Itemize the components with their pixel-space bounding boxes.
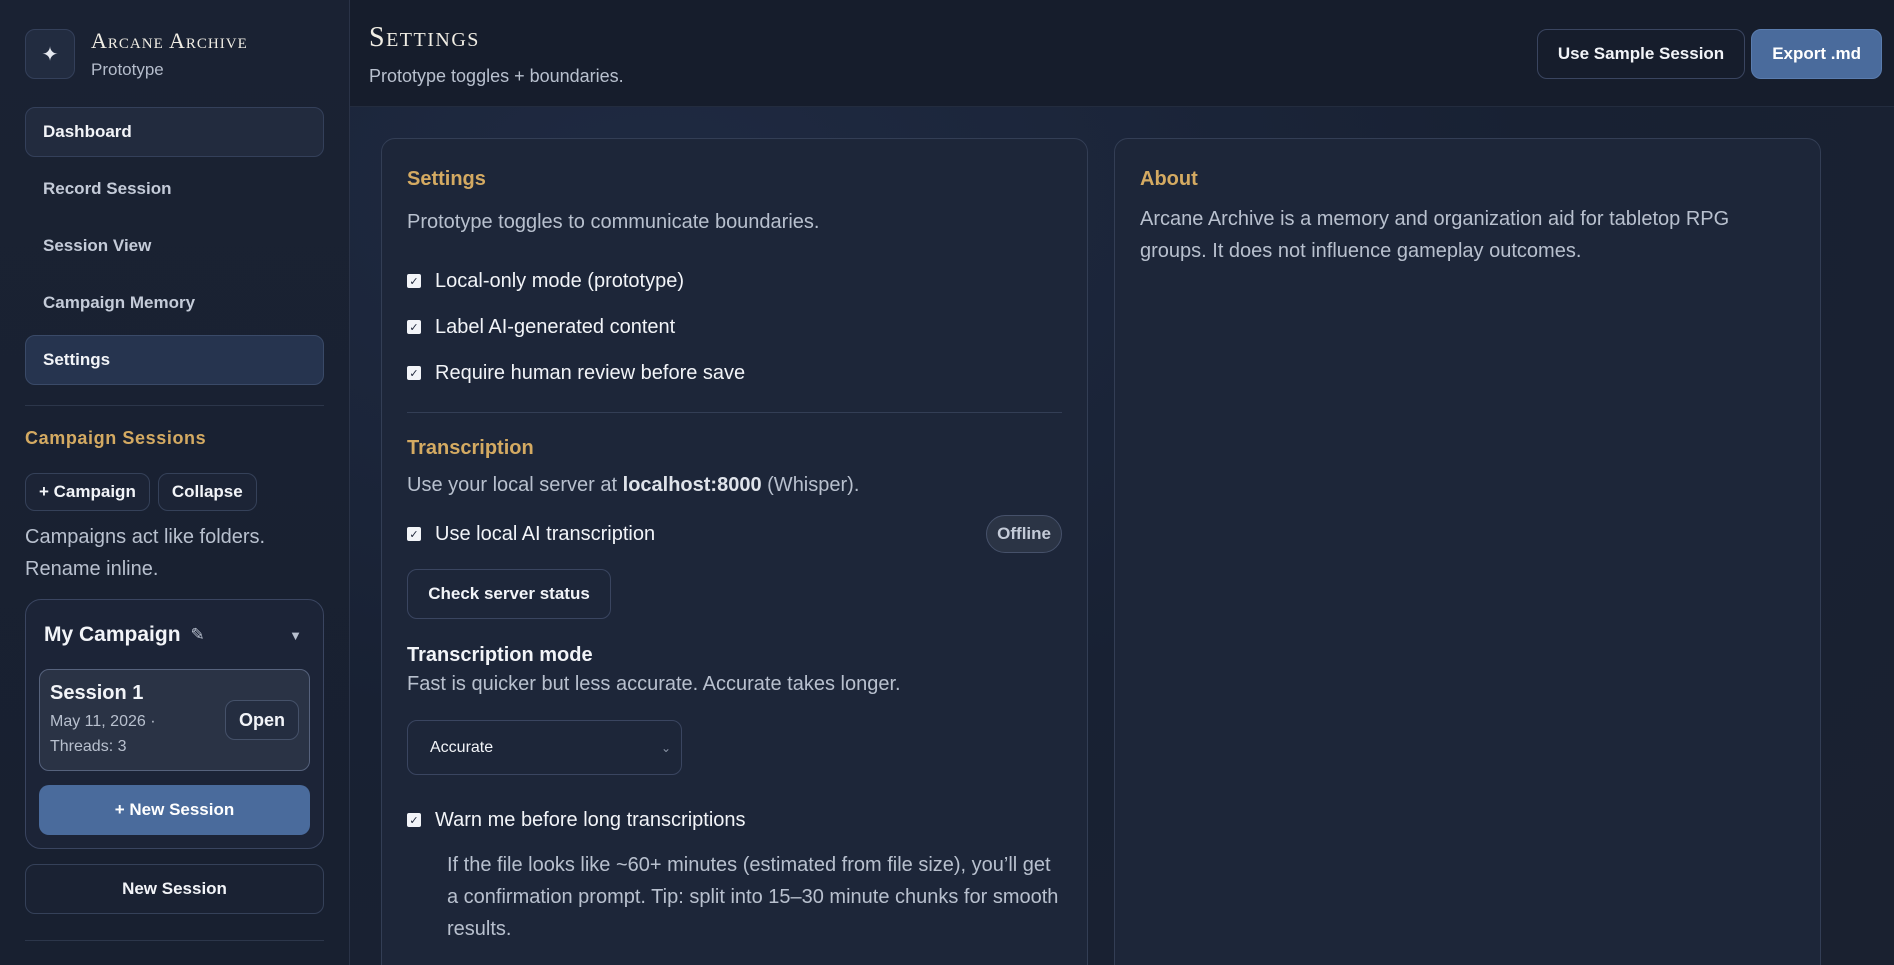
page-title: Settings: [369, 22, 480, 53]
toggle-local-ai-transcription[interactable]: ✓ Use local AI transcription Offline: [407, 511, 1062, 557]
session-title: Session 1: [50, 681, 144, 704]
select-value: Accurate: [430, 738, 494, 756]
sparkle-icon: ✦: [25, 29, 75, 79]
use-sample-session-button[interactable]: Use Sample Session: [1536, 29, 1746, 79]
campaign-actions: + Campaign Collapse: [25, 473, 324, 511]
export-md-button[interactable]: Export .md: [1751, 29, 1882, 79]
server-info: Use your local server at localhost:8000 …: [407, 474, 1062, 497]
toggle-label: Label AI-generated content: [435, 315, 676, 338]
campaign-name[interactable]: My Campaign: [44, 623, 181, 647]
warn-note: If the file looks like ~60+ minutes (est…: [447, 854, 1059, 940]
toggle-label: Require human review before save: [435, 361, 746, 384]
sidebar-item-dashboard[interactable]: Dashboard: [25, 107, 324, 157]
about-text: Arcane Archive is a memory and organizat…: [1140, 208, 1730, 262]
about-title: About: [1140, 168, 1198, 190]
campaign-note: Campaigns act like folders. Rename inlin…: [25, 526, 266, 580]
caret-down-icon[interactable]: ▼: [289, 628, 302, 643]
new-session-button[interactable]: New Session: [25, 864, 324, 914]
add-campaign-button[interactable]: + Campaign: [25, 473, 150, 511]
content: Settings Prototype toggles to communicat…: [350, 107, 1894, 965]
toggle-label-ai[interactable]: ✓ Label AI-generated content: [407, 304, 1062, 350]
brand: ✦ Arcane Archive Prototype: [25, 25, 324, 83]
checkbox-icon[interactable]: ✓: [407, 320, 421, 334]
section-divider: [407, 412, 1062, 413]
transcription-mode-desc: Fast is quicker but less accurate. Accur…: [407, 673, 901, 695]
server-host: localhost:8000: [622, 474, 762, 496]
sidebar: ✦ Arcane Archive Prototype Dashboard Rec…: [0, 0, 350, 965]
campaign-sessions-title: Campaign Sessions: [25, 428, 207, 448]
settings-panel: Settings Prototype toggles to communicat…: [381, 138, 1088, 965]
transcription-title: Transcription: [407, 437, 534, 459]
check-server-status-button[interactable]: Check server status: [407, 569, 611, 619]
new-session-in-campaign-button[interactable]: + New Session: [39, 785, 310, 835]
sidebar-item-record-session[interactable]: Record Session: [25, 164, 324, 214]
session-card[interactable]: Session 1 May 11, 2026 · Threads: 3 Open: [39, 669, 310, 771]
pencil-icon[interactable]: ✎: [191, 625, 205, 645]
settings-panel-title: Settings: [407, 168, 486, 190]
chevron-down-icon: ⌄: [660, 740, 671, 755]
sidebar-divider: [25, 405, 324, 406]
sidebar-item-settings[interactable]: Settings: [25, 335, 324, 385]
brand-subtitle: Prototype: [91, 60, 164, 79]
session-meta: May 11, 2026 · Threads: 3: [50, 712, 156, 755]
toggle-label: Use local AI transcription: [435, 522, 656, 545]
campaign-header[interactable]: My Campaign ✎ ▼: [39, 614, 310, 656]
top-actions: Use Sample Session Export .md: [1536, 29, 1882, 106]
sidebar-item-session-view[interactable]: Session View: [25, 221, 324, 271]
checkbox-icon[interactable]: ✓: [407, 527, 421, 541]
topbar: Settings Prototype toggles + boundaries.…: [350, 0, 1894, 107]
server-prefix: Use your local server at: [407, 474, 623, 496]
checkbox-icon[interactable]: ✓: [407, 366, 421, 380]
toggle-label: Warn me before long transcriptions: [435, 808, 746, 831]
sidebar-nav: Dashboard Record Session Session View Ca…: [25, 107, 324, 385]
checkbox-icon[interactable]: ✓: [407, 813, 421, 827]
toggle-warn-long[interactable]: ✓ Warn me before long transcriptions: [407, 797, 1062, 843]
toggle-label: Local-only mode (prototype): [435, 269, 685, 292]
server-suffix: (Whisper).: [761, 474, 860, 496]
campaign-folder: My Campaign ✎ ▼ Session 1 May 11, 2026 ·…: [25, 599, 324, 849]
settings-panel-subtitle: Prototype toggles to communicate boundar…: [407, 211, 820, 233]
app-root: ✦ Arcane Archive Prototype Dashboard Rec…: [0, 0, 1894, 965]
transcription-mode-title: Transcription mode: [407, 644, 593, 666]
page-subtitle: Prototype toggles + boundaries.: [369, 66, 624, 86]
collapse-button[interactable]: Collapse: [157, 473, 257, 511]
main-area: Settings Prototype toggles + boundaries.…: [350, 0, 1894, 965]
toggle-list: ✓ Local-only mode (prototype) ✓ Label AI…: [407, 258, 1062, 396]
toggle-human-review[interactable]: ✓ Require human review before save: [407, 350, 1062, 396]
open-session-button[interactable]: Open: [224, 700, 299, 740]
sidebar-bottom-divider: [25, 940, 324, 941]
brand-title: Arcane Archive: [91, 28, 248, 53]
sidebar-item-campaign-memory[interactable]: Campaign Memory: [25, 278, 324, 328]
about-panel: About Arcane Archive is a memory and org…: [1114, 138, 1821, 965]
toggle-local-only[interactable]: ✓ Local-only mode (prototype): [407, 258, 1062, 304]
checkbox-icon[interactable]: ✓: [407, 274, 421, 288]
server-status-badge: Offline: [986, 515, 1062, 553]
transcription-mode-select[interactable]: Accurate ⌄: [407, 720, 682, 775]
